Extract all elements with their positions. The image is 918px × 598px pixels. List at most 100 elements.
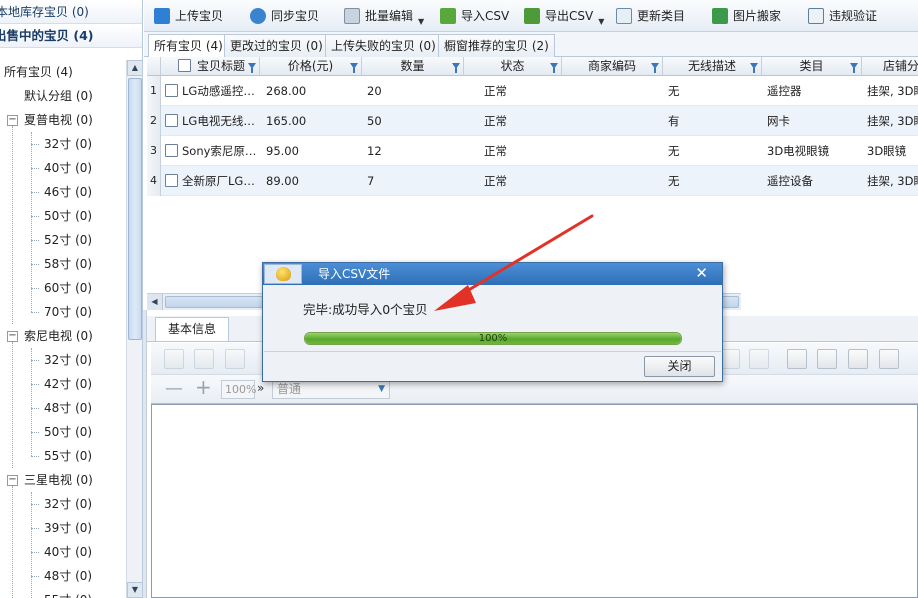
row-checkbox[interactable] xyxy=(165,144,178,157)
tree-group-g3[interactable]: − 三星电视 (0) xyxy=(0,468,120,492)
tree-item[interactable]: 50寸 (0) xyxy=(44,204,92,228)
filter-icon[interactable] xyxy=(850,63,858,73)
filter-icon[interactable] xyxy=(750,63,758,73)
column-header-merchant-code[interactable]: 商家编码 xyxy=(562,57,663,76)
table-row[interactable]: 2 LG电视无线… 165.00 50 正常 有 网卡 挂架, 3D眼 xyxy=(147,106,918,136)
tree-item[interactable]: 60寸 (0) xyxy=(44,276,92,300)
scroll-up-arrow-icon[interactable]: ▲ xyxy=(127,60,142,76)
tree-item-label: 32寸 (0) xyxy=(44,497,93,511)
align-left-icon[interactable] xyxy=(787,349,807,369)
save-icon[interactable] xyxy=(194,349,214,369)
description-editor[interactable] xyxy=(151,404,918,598)
column-header-category[interactable]: 类目 xyxy=(762,57,862,76)
open-folder-icon[interactable] xyxy=(164,349,184,369)
tree-item-default-group[interactable]: 默认分组 (0) xyxy=(24,84,93,108)
tree-item[interactable]: 40寸 (0) xyxy=(44,540,92,564)
column-header-title[interactable]: 宝贝标题 xyxy=(161,57,260,76)
close-icon[interactable]: ✕ xyxy=(695,263,708,284)
batch-edit-dropdown-icon[interactable]: ▼ xyxy=(418,11,424,33)
tree-item[interactable]: 50寸 (0) xyxy=(44,420,92,444)
row-checkbox[interactable] xyxy=(165,114,178,127)
sync-label: 同步宝贝 xyxy=(271,9,320,23)
tree-item[interactable]: 46寸 (0) xyxy=(44,180,92,204)
local-inventory-section[interactable]: 本地库存宝贝 (0) xyxy=(0,0,142,24)
column-header-wireless-desc[interactable]: 无线描述 xyxy=(663,57,762,76)
column-title-label: 宝贝标题 xyxy=(197,59,246,73)
document-icon[interactable] xyxy=(225,349,245,369)
zoom-level[interactable]: 100% xyxy=(221,380,256,399)
tree-item[interactable]: 32寸 (0) xyxy=(44,348,92,372)
filter-icon[interactable] xyxy=(651,63,659,73)
update-category-label: 更新类目 xyxy=(637,9,686,23)
column-header-status[interactable]: 状态 xyxy=(464,57,562,76)
close-button[interactable]: 关闭 xyxy=(644,356,715,377)
table-row[interactable]: 4 全新原厂LG… 89.00 7 正常 无 遥控设备 挂架, 3D眼 xyxy=(147,166,918,196)
align-center-icon[interactable] xyxy=(817,349,837,369)
more-tools-icon[interactable]: » xyxy=(257,381,264,395)
scroll-left-arrow-icon[interactable]: ◀ xyxy=(147,294,163,310)
filter-icon[interactable] xyxy=(452,63,460,73)
tree-item[interactable]: 48寸 (0) xyxy=(44,564,92,588)
tab-basic-info[interactable]: 基本信息 xyxy=(155,317,230,341)
table-row[interactable]: 1 LG动感遥控… 268.00 20 正常 无 遥控器 挂架, 3D眼 xyxy=(147,76,918,106)
tab-changed-items[interactable]: 更改过的宝贝 (0) xyxy=(224,34,329,57)
image-search-button[interactable]: 图片搬家 xyxy=(712,5,781,27)
row-checkbox[interactable] xyxy=(165,84,178,97)
tree-item-all[interactable]: 所有宝贝 (4) xyxy=(4,60,73,84)
tree-item[interactable]: 39寸 (0) xyxy=(44,516,92,540)
table-row[interactable]: 3 Sony索尼原… 95.00 12 正常 无 3D电视眼镜 3D眼镜 xyxy=(147,136,918,166)
export-csv-button[interactable]: 导出CSV ▼ xyxy=(524,5,604,27)
tree-group-g2[interactable]: − 索尼电视 (0) xyxy=(0,324,120,348)
font-style-select[interactable]: 普通 ▼ xyxy=(272,380,390,399)
collapse-icon[interactable]: − xyxy=(7,331,18,342)
strikethrough-icon[interactable] xyxy=(749,349,769,369)
tree-item[interactable]: 40寸 (0) xyxy=(44,156,92,180)
tree-item[interactable]: 55寸 (0) xyxy=(44,588,92,598)
tree-item[interactable]: 48寸 (0) xyxy=(44,396,92,420)
export-csv-dropdown-icon[interactable]: ▼ xyxy=(598,11,604,33)
filter-icon[interactable] xyxy=(350,63,358,73)
local-inventory-label: 本地库存宝贝 (0) xyxy=(0,5,89,19)
tree-item[interactable]: 70寸 (0) xyxy=(44,300,92,324)
tree-item[interactable]: 32寸 (0) xyxy=(44,492,92,516)
column-header-shop-category[interactable]: 店铺分 xyxy=(862,57,918,76)
zoom-in-icon[interactable]: + xyxy=(195,375,212,399)
on-sale-section[interactable]: 出售中的宝贝 (4) xyxy=(0,24,142,48)
tree-item[interactable]: 55寸 (0) xyxy=(44,444,92,468)
upload-button[interactable]: 上传宝贝 xyxy=(154,5,223,27)
cell-price: 95.00 xyxy=(266,144,299,158)
scroll-thumb[interactable] xyxy=(128,78,142,340)
violation-check-button[interactable]: 违规验证 xyxy=(808,5,877,27)
update-category-button[interactable]: 更新类目 xyxy=(616,5,685,27)
batch-edit-button[interactable]: 批量编辑 ▼ xyxy=(344,5,424,27)
tree-item-label: 55寸 (0) xyxy=(44,593,92,598)
select-all-checkbox[interactable] xyxy=(178,59,191,72)
align-right-icon[interactable] xyxy=(848,349,868,369)
filter-icon[interactable] xyxy=(550,63,558,73)
row-checkbox[interactable] xyxy=(165,174,178,187)
tree-scrollbar[interactable]: ▲ ▼ xyxy=(126,60,142,598)
panel-splitter[interactable] xyxy=(143,310,147,598)
align-justify-icon[interactable] xyxy=(879,349,899,369)
collapse-icon[interactable]: − xyxy=(7,115,18,126)
tree-item[interactable]: 42寸 (0) xyxy=(44,372,92,396)
tab-all-items[interactable]: 所有宝贝 (4) xyxy=(148,34,229,58)
tree-group-g1[interactable]: − 夏普电视 (0) xyxy=(0,108,120,132)
font-color-icon[interactable] xyxy=(720,349,740,369)
cell-category: 3D电视眼镜 xyxy=(767,144,830,158)
filter-icon[interactable] xyxy=(248,63,256,73)
sync-button[interactable]: 同步宝贝 xyxy=(250,5,319,27)
column-header-quantity[interactable]: 数量 xyxy=(362,57,464,76)
collapse-icon[interactable]: − xyxy=(7,475,18,486)
cell-category: 网卡 xyxy=(767,114,790,128)
dialog-title-bar[interactable]: 导入CSV文件 ✕ xyxy=(263,263,722,285)
tree-item[interactable]: 32寸 (0) xyxy=(44,132,92,156)
tree-item[interactable]: 52寸 (0) xyxy=(44,228,92,252)
scroll-down-arrow-icon[interactable]: ▼ xyxy=(127,582,142,598)
import-csv-button[interactable]: 导入CSV xyxy=(440,5,509,27)
tree-item[interactable]: 58寸 (0) xyxy=(44,252,92,276)
tab-upload-failed-items[interactable]: 上传失败的宝贝 (0) xyxy=(325,34,442,57)
column-header-price[interactable]: 价格(元) xyxy=(260,57,362,76)
zoom-out-icon[interactable]: — xyxy=(165,378,183,399)
tab-window-recommended-items[interactable]: 橱窗推荐的宝贝 (2) xyxy=(438,34,555,57)
